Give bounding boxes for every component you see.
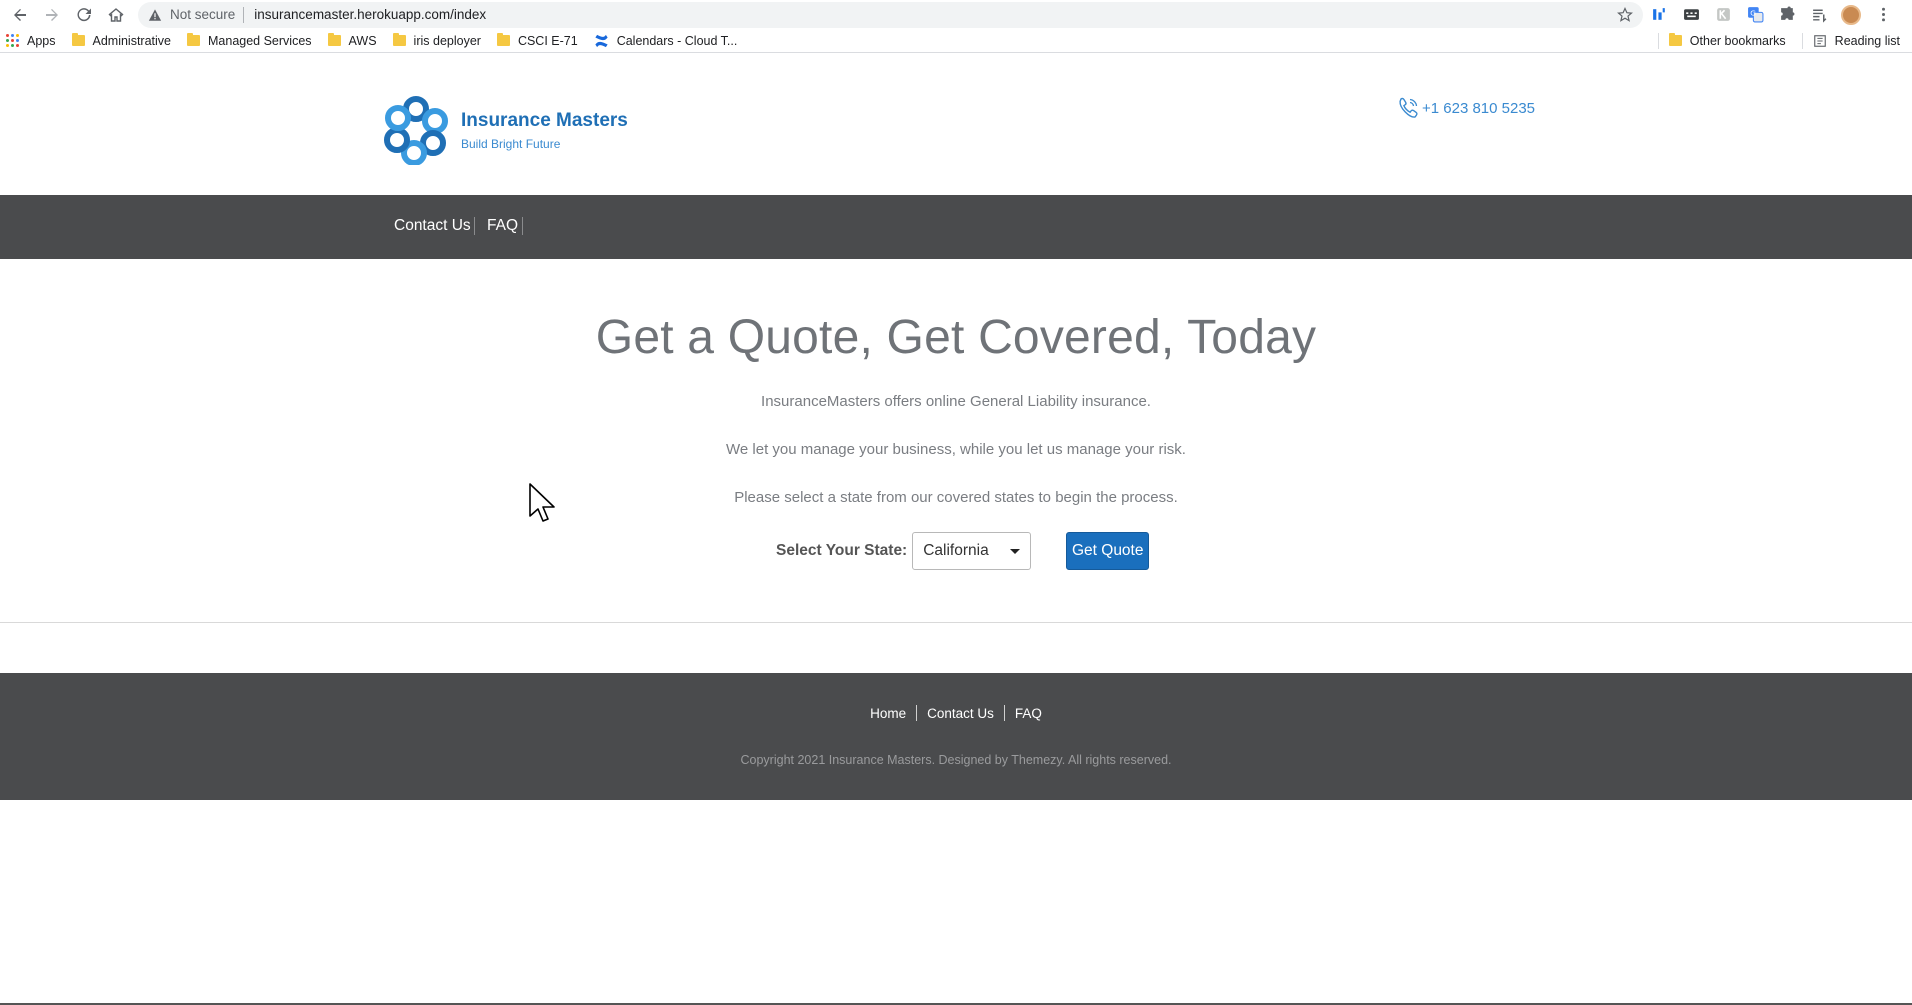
- bookmarks-divider: [1657, 32, 1659, 49]
- caret-down-icon: [1010, 548, 1021, 554]
- footer-separator: [1003, 705, 1005, 721]
- bookmark-apps[interactable]: Apps: [6, 34, 56, 48]
- folder-icon: [392, 33, 406, 46]
- state-label: Select Your State:: [776, 542, 908, 559]
- security-label[interactable]: Not secure: [170, 7, 235, 22]
- footer-link-contact-us[interactable]: Contact Us: [927, 706, 994, 721]
- get-quote-button[interactable]: Get Quote: [1066, 532, 1150, 570]
- translate-icon[interactable]: G: [1739, 0, 1771, 29]
- bookmark-star-icon[interactable]: [1617, 6, 1633, 23]
- menu-kebab-icon[interactable]: [1867, 0, 1899, 29]
- bookmark-label: Apps: [27, 33, 56, 48]
- bookmark-label: Other bookmarks: [1689, 33, 1786, 48]
- bookmarks-bar: Apps Administrative Managed Services AWS…: [0, 29, 1912, 53]
- content-divider: [0, 622, 1912, 623]
- bookmark-label: iris deployer: [413, 33, 481, 48]
- hero-line-1: InsuranceMasters offers online General L…: [761, 393, 1151, 410]
- bookmark-aws[interactable]: AWS: [327, 33, 377, 48]
- copyright-text: Copyright 2021 Insurance Masters. Design…: [740, 753, 1172, 767]
- bookmark-other[interactable]: Other bookmarks: [1668, 33, 1786, 48]
- bookmark-label: Calendars - Cloud T...: [616, 33, 738, 48]
- extensions-puzzle-icon[interactable]: [1771, 0, 1803, 29]
- hero-title: Get a Quote, Get Covered, Today: [595, 311, 1317, 364]
- brand-name[interactable]: Insurance Masters: [461, 110, 628, 132]
- insurance-masters-logo[interactable]: [383, 95, 449, 165]
- footer-separator: [916, 705, 918, 721]
- nav-separator: [522, 217, 523, 235]
- folder-icon: [1668, 33, 1682, 46]
- phone-contact[interactable]: +1 623 810 5235: [1396, 96, 1535, 120]
- back-icon[interactable]: [4, 0, 36, 29]
- folder-icon: [496, 33, 510, 46]
- apps-grid-icon: [6, 34, 19, 47]
- bookmark-iris-deployer[interactable]: iris deployer: [392, 33, 481, 48]
- extension-keyboard-icon[interactable]: [1675, 0, 1707, 29]
- bookmarks-right: Other bookmarks Reading list: [1657, 32, 1906, 49]
- nav-separator: [474, 217, 475, 235]
- bookmark-csci-e71[interactable]: CSCI E-71: [496, 33, 578, 48]
- reading-list-icon: [1813, 34, 1826, 47]
- extension-chart-icon[interactable]: [1643, 0, 1675, 29]
- reading-list[interactable]: Reading list: [1813, 34, 1900, 48]
- folder-icon: [71, 33, 85, 46]
- bookmark-administrative[interactable]: Administrative: [71, 33, 172, 48]
- address-bar[interactable]: Not secure insurancemaster.herokuapp.com…: [138, 1, 1643, 28]
- browser-toolbar: Not secure insurancemaster.herokuapp.com…: [0, 0, 1912, 29]
- hero-line-3: Please select a state from our covered s…: [734, 489, 1178, 506]
- bookmark-calendars[interactable]: Calendars - Cloud T...: [594, 33, 738, 48]
- home-icon[interactable]: [100, 0, 132, 29]
- footer-link-home[interactable]: Home: [870, 706, 906, 721]
- selected-state: California: [923, 542, 989, 559]
- state-form: Select Your State: California Get Quote: [776, 532, 1150, 570]
- mouse-cursor-icon: [529, 483, 555, 522]
- url-text[interactable]: insurancemaster.herokuapp.com/index: [254, 7, 486, 22]
- footer-links: Home Contact Us FAQ: [0, 705, 1912, 721]
- site-footer: Home Contact Us FAQ Copyright 2021 Insur…: [0, 673, 1912, 800]
- bookmark-label: CSCI E-71: [517, 33, 578, 48]
- footer-link-faq[interactable]: FAQ: [1015, 706, 1042, 721]
- forward-icon[interactable]: [36, 0, 68, 29]
- bookmark-label: Administrative: [92, 33, 172, 48]
- bookmark-managed-services[interactable]: Managed Services: [187, 33, 312, 48]
- bookmark-label: Managed Services: [208, 33, 312, 48]
- hero-line-2: We let you manage your business, while y…: [726, 441, 1186, 458]
- svg-text:G: G: [1750, 9, 1756, 18]
- extension-grey-icon[interactable]: [1707, 0, 1739, 29]
- nav-faq[interactable]: FAQ: [487, 217, 518, 235]
- folder-icon: [187, 33, 200, 46]
- state-select[interactable]: California: [912, 532, 1032, 570]
- folder-icon: [327, 33, 341, 46]
- confluence-icon: [595, 34, 608, 47]
- brand-tagline: Build Bright Future: [461, 137, 561, 151]
- phone-icon: [1399, 97, 1418, 118]
- bookmark-label: AWS: [348, 33, 377, 48]
- main-nav: Contact Us FAQ: [0, 195, 1912, 259]
- omnibox-separator: [243, 6, 245, 23]
- profile-avatar[interactable]: [1835, 0, 1867, 29]
- nav-contact-us[interactable]: Contact Us: [394, 217, 471, 235]
- reading-list-label: Reading list: [1834, 33, 1900, 48]
- phone-number: +1 623 810 5235: [1422, 99, 1536, 117]
- bookmarks-divider: [1801, 32, 1803, 49]
- warning-icon: [148, 8, 162, 21]
- reload-icon[interactable]: [68, 0, 100, 29]
- reading-mode-icon[interactable]: [1803, 0, 1835, 29]
